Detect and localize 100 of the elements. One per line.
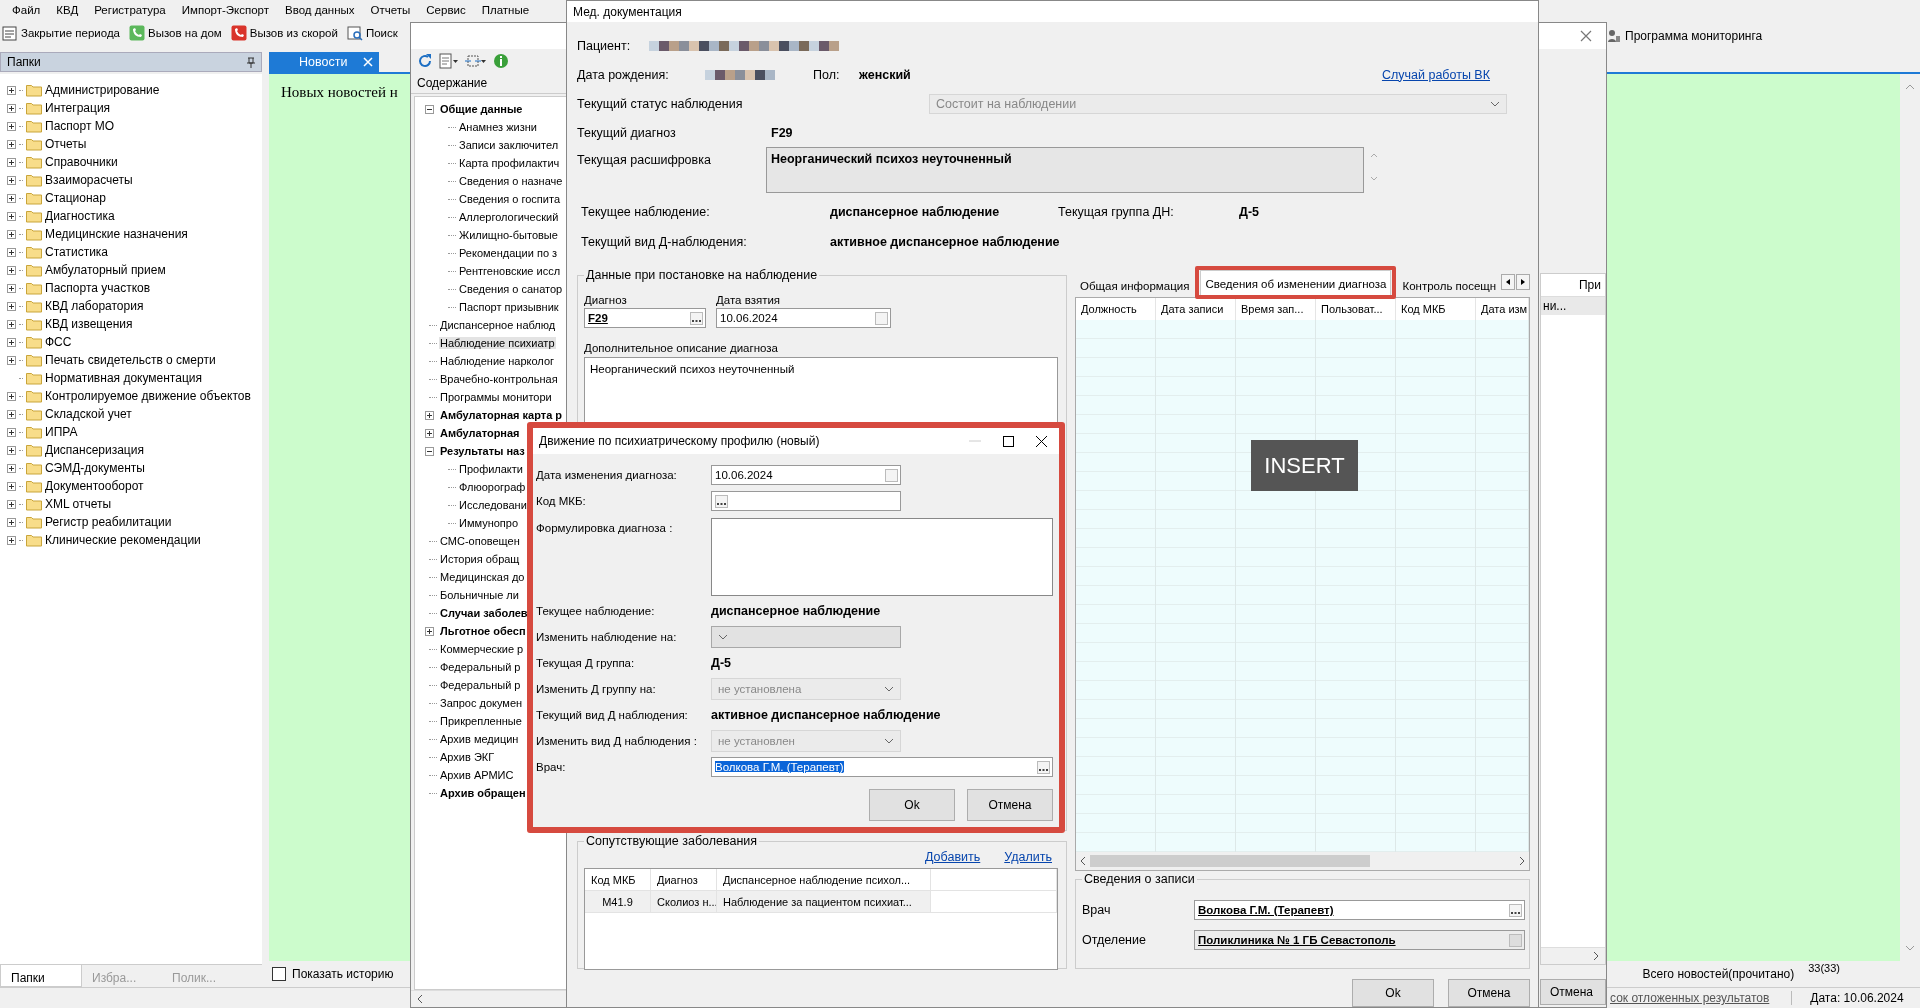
folder-item[interactable]: Администрирование [45, 83, 160, 97]
tree-item[interactable]: Флюорограф [458, 481, 527, 493]
dialog-button[interactable]: Отмена [1448, 979, 1530, 1007]
tree-item[interactable]: СМС-оповещен [439, 535, 521, 547]
add-link[interactable]: Добавить [925, 850, 981, 868]
tree-item[interactable]: Паспорт призывник [458, 301, 560, 313]
tree-item[interactable]: Запрос докумен [439, 697, 524, 709]
tree-item[interactable]: Диспансерное наблюд [439, 319, 557, 331]
tree-item[interactable]: Архив обращен [439, 787, 527, 799]
tree-item[interactable]: Аллергологический [458, 211, 560, 223]
tree-item[interactable]: Наблюдение нарколог [439, 355, 556, 367]
tree-item[interactable]: Рентгеновские иссл [458, 265, 562, 277]
doctor-field[interactable]: Волкова Г.М. (Терапевт) [711, 757, 1053, 777]
tab[interactable]: Общая информация [1075, 274, 1195, 297]
date-field[interactable]: 10.06.2024 [711, 465, 901, 485]
tree-item[interactable]: Жилищно-бытовые [458, 229, 559, 241]
toolbar-button[interactable]: Закрытие периода [2, 25, 120, 41]
toolbar-button[interactable]: Вызов из скорой [230, 25, 338, 41]
menu-item[interactable]: Сервис [418, 4, 474, 16]
diagnosis-text-field[interactable] [711, 518, 1053, 596]
browse-button[interactable] [1037, 760, 1050, 774]
tree-item[interactable]: Больничные ли [439, 589, 520, 601]
tree-item[interactable]: Анамнез жизни [458, 121, 538, 133]
decoding-field[interactable]: Неорганический психоз неуточненный [766, 147, 1364, 193]
tree-item[interactable]: Архив медицин [439, 733, 520, 745]
cancel-button[interactable]: Отмена [1540, 979, 1606, 1005]
tree-item[interactable]: Карта профилактич [458, 157, 561, 169]
tree-item[interactable]: Рекомендации по з [458, 247, 559, 259]
folder-item[interactable]: Документооборот [45, 479, 144, 493]
browse-button[interactable] [1509, 903, 1523, 917]
toolbar-button[interactable]: Вызов на дом [129, 25, 222, 41]
tree-item[interactable]: Амбулаторная [439, 427, 521, 439]
folder-item[interactable]: Паспорт МО [45, 119, 115, 133]
dialog-button[interactable]: Ok [1352, 979, 1434, 1007]
folder-item[interactable]: Взаиморасчеты [45, 173, 133, 187]
tree-item[interactable]: Наблюдение психиатр [439, 337, 556, 349]
department-field[interactable]: Поликлиника № 1 ГБ Севастополь [1194, 930, 1526, 950]
doctor-field[interactable]: Волкова Г.М. (Терапевт) [1194, 900, 1526, 920]
tree-item[interactable]: Медицинская до [439, 571, 526, 583]
folder-item[interactable]: ФСС [45, 335, 72, 349]
folder-item[interactable]: Клинические рекомендации [45, 533, 201, 547]
folder-item[interactable]: Нормативная документация [45, 371, 202, 385]
code-field[interactable] [711, 491, 901, 511]
tab[interactable]: Контроль посещн [1397, 274, 1502, 297]
toolbar-button[interactable]: Поиск [346, 25, 398, 41]
scrollbar-thumb[interactable] [1090, 855, 1370, 867]
tree-item[interactable]: Коммерческие р [439, 643, 525, 655]
browse-button[interactable] [690, 311, 703, 325]
tree-item[interactable]: Сведения о госпита [458, 193, 561, 205]
folder-item[interactable]: Контролируемое движение объектов [45, 389, 251, 403]
tree-item[interactable]: Федеральный р [439, 679, 522, 691]
tree-item[interactable]: Сведения о назначе [458, 175, 564, 187]
tree-item[interactable]: Архив АРМИС [439, 769, 515, 781]
menu-item[interactable]: Регистратура [86, 4, 174, 16]
tree-item[interactable]: Исследовани [458, 499, 528, 511]
toolbar-button[interactable]: Программа мониторинга [1607, 29, 1763, 43]
folder-item[interactable]: КВД извещения [45, 317, 133, 331]
tree-item[interactable]: Прикрепленные [439, 715, 523, 727]
tree-item[interactable]: Случаи заболев [439, 607, 529, 619]
dialog-button[interactable]: Отмена [967, 789, 1053, 821]
tree-item[interactable]: Записи заключител [458, 139, 560, 151]
vk-link[interactable]: Случай работы ВК [1381, 67, 1490, 82]
folder-item[interactable]: Паспорта участков [45, 281, 151, 295]
folder-item[interactable]: XML отчеты [45, 497, 112, 511]
history-checkbox[interactable]: Показать историю [272, 967, 394, 981]
tree-item[interactable]: Программы монитори [439, 391, 553, 403]
diagnosis-field[interactable]: F29 [584, 308, 706, 328]
dialog-button[interactable]: Ok [869, 789, 955, 821]
tree-item[interactable]: Общие данные [439, 103, 524, 115]
folder-item[interactable]: Печать свидетельств о смерти [45, 353, 216, 367]
date-field[interactable]: 10.06.2024 [716, 308, 891, 328]
folder-item[interactable]: ИПРА [45, 425, 78, 439]
browse-button[interactable] [715, 494, 728, 508]
folder-item[interactable]: Диспансеризация [45, 443, 144, 457]
folder-item[interactable]: Медицинские назначения [45, 227, 188, 241]
tree-item[interactable]: Амбулаторная карта р [439, 409, 564, 421]
folder-item[interactable]: Стационар [45, 191, 106, 205]
status-link[interactable]: сок отложенных результатов [1610, 991, 1770, 1005]
folder-item[interactable]: Справочники [45, 155, 118, 169]
folder-item[interactable]: Отчеты [45, 137, 87, 151]
menu-item[interactable]: Импорт-Экспорт [173, 4, 277, 16]
menu-item[interactable]: КВД [48, 4, 87, 16]
menu-item[interactable]: Платные [473, 4, 538, 16]
folder-item[interactable]: КВД лаборатория [45, 299, 144, 313]
tree-item[interactable]: Результаты наз [439, 445, 526, 457]
folder-item[interactable]: Интеграция [45, 101, 111, 115]
tree-item[interactable]: Архив ЭКГ [439, 751, 496, 763]
tree-item[interactable]: Льготное обесп [439, 625, 527, 637]
tree-item[interactable]: Профилакти [458, 463, 524, 475]
menu-item[interactable]: Отчеты [362, 4, 419, 16]
folder-item[interactable]: Складской учет [45, 407, 132, 421]
tree-item[interactable]: Врачебно-контрольная [439, 373, 559, 385]
folder-item[interactable]: СЭМД-документы [45, 461, 145, 475]
delete-link[interactable]: Удалить [1004, 850, 1052, 868]
folder-item[interactable]: Амбулаторный прием [45, 263, 166, 277]
menu-item[interactable]: Файл [4, 4, 49, 16]
tree-item[interactable]: Иммунопро [458, 517, 520, 529]
tree-item[interactable]: Федеральный р [439, 661, 522, 673]
news-tab[interactable]: Новости [269, 52, 380, 72]
tree-item[interactable]: История обращ [439, 553, 521, 565]
